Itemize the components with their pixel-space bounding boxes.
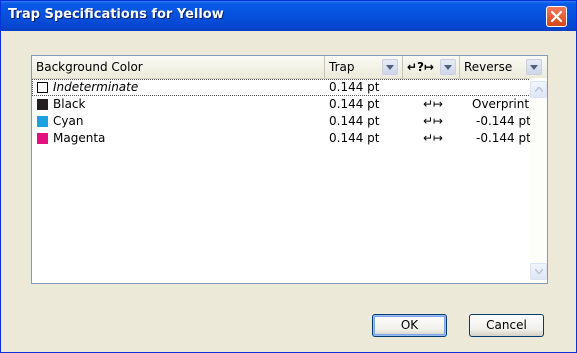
trap-dropdown-button[interactable]: [382, 59, 398, 75]
title-bar[interactable]: Trap Specifications for Yellow: [1, 1, 576, 31]
list-item[interactable]: Black 0.144 pt ↵↦ Overprint: [32, 96, 547, 113]
list-rows: Indeterminate 0.144 pt Black 0.144 pt ↵↦…: [32, 79, 547, 147]
trap-value: 0.144 pt: [329, 80, 380, 94]
column-header-label: Trap: [329, 60, 355, 74]
chevron-down-icon: [535, 269, 543, 274]
reverse-dropdown-button[interactable]: [526, 59, 542, 75]
color-swatch: [37, 82, 48, 93]
trap-direction-icon: ↵?↦: [407, 60, 435, 74]
reverse-value: -0.144 pt: [476, 131, 531, 145]
dialog-window: Trap Specifications for Yellow Backgroun…: [0, 0, 577, 353]
scroll-up-button[interactable]: [530, 81, 547, 98]
column-header-trap[interactable]: Trap: [325, 56, 403, 78]
column-header-reverse[interactable]: Reverse: [460, 56, 547, 78]
column-header-direction[interactable]: ↵?↦: [403, 56, 460, 78]
column-header-background-color[interactable]: Background Color: [32, 56, 325, 78]
chevron-up-icon: [535, 87, 543, 92]
color-swatch: [37, 116, 48, 127]
color-name: Cyan: [53, 114, 84, 128]
color-name: Black: [53, 97, 86, 111]
close-icon: [550, 10, 563, 23]
trap-direction-icon: ↵↦: [422, 97, 444, 111]
direction-dropdown-button[interactable]: [440, 59, 456, 75]
cancel-button[interactable]: Cancel: [469, 314, 544, 337]
trap-direction-icon: ↵↦: [422, 131, 444, 145]
list-item[interactable]: Magenta 0.144 pt ↵↦ -0.144 pt: [32, 130, 547, 147]
close-button[interactable]: [546, 6, 567, 27]
trap-value: 0.144 pt: [329, 97, 380, 111]
list-header: Background Color Trap ↵?↦ Reverse: [32, 56, 547, 79]
column-header-label: Reverse: [464, 60, 513, 74]
color-name: Magenta: [53, 131, 106, 145]
vertical-scrollbar[interactable]: [530, 78, 547, 283]
scroll-down-button[interactable]: [530, 263, 547, 280]
color-swatch: [37, 133, 48, 144]
window-title: Trap Specifications for Yellow: [8, 7, 224, 22]
reverse-value: -0.144 pt: [476, 114, 531, 128]
chevron-down-icon: [444, 65, 452, 70]
reverse-value: Overprint: [472, 97, 530, 111]
list-item[interactable]: Cyan 0.144 pt ↵↦ -0.144 pt: [32, 113, 547, 130]
list-item[interactable]: Indeterminate 0.144 pt: [32, 79, 545, 96]
trap-value: 0.144 pt: [329, 114, 380, 128]
chevron-down-icon: [530, 65, 538, 70]
color-name: Indeterminate: [53, 80, 139, 94]
color-swatch: [37, 99, 48, 110]
chevron-down-icon: [386, 65, 394, 70]
trap-value: 0.144 pt: [329, 131, 380, 145]
trap-direction-icon: ↵↦: [422, 114, 444, 128]
trap-list[interactable]: Background Color Trap ↵?↦ Reverse Indete…: [31, 55, 548, 284]
ok-button[interactable]: OK: [372, 314, 447, 337]
column-header-label: Background Color: [36, 60, 143, 74]
